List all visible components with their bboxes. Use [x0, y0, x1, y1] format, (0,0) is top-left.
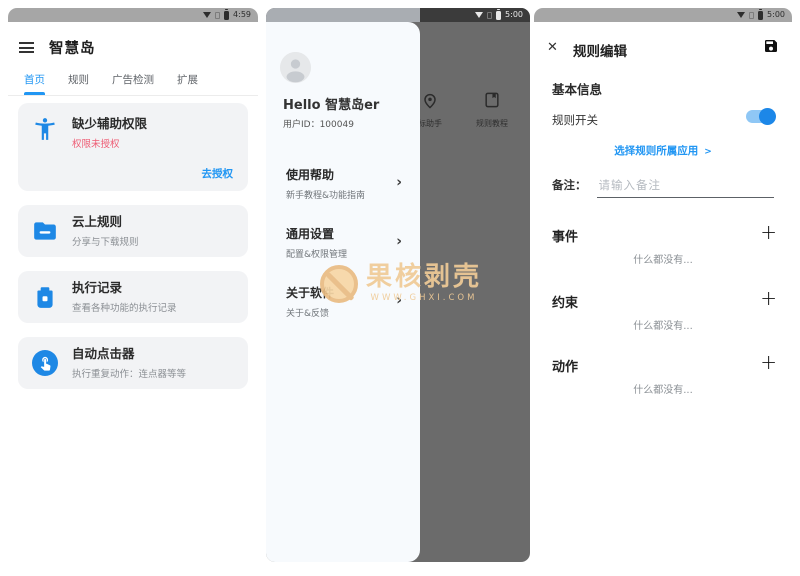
chevron-right-icon: > [704, 147, 712, 157]
card-title: 自动点击器 [72, 346, 186, 362]
note-input[interactable] [597, 178, 775, 197]
card-subtitle: 查看各种功能的执行记录 [72, 300, 177, 314]
record-bin-icon [32, 284, 58, 310]
save-icon[interactable] [763, 38, 779, 54]
menu-item-about[interactable]: 关于软件 关于&反馈 › [266, 272, 420, 331]
tab-bar: 首页 规则 广告检测 扩展 [8, 72, 258, 96]
battery-icon [224, 11, 229, 20]
card-text: 缺少辅助权限 权限未授权 [72, 116, 147, 178]
sim-icon [215, 12, 220, 19]
note-label: 备注： [552, 177, 587, 198]
add-event-button[interactable]: + [760, 222, 777, 242]
tab-label: 扩展 [177, 74, 198, 86]
card-title: 缺少辅助权限 [72, 116, 147, 132]
rule-editor-screen: 5:00 ✕ 规则编辑 基本信息 规则开关 选择规则所属应用 > 备注： 事件 + [534, 8, 792, 562]
empty-placeholder: 什么都没有... [534, 317, 792, 332]
drawer-screen: 标助手 规则教程 5:00 Hello 智慧岛er 用户ID：100049 [266, 8, 530, 562]
add-action-button[interactable]: + [760, 352, 777, 372]
status-bar: 5:00 [534, 8, 792, 22]
wifi-icon [203, 12, 211, 18]
status-bar-dark-segment: 5:00 [420, 8, 530, 22]
tab-label: 首页 [24, 74, 45, 86]
menu-icon[interactable] [19, 42, 34, 53]
wifi-icon [737, 12, 745, 18]
note-input-wrap [597, 174, 775, 198]
card-cloud-rules[interactable]: 云上规则 分享与下载规则 [18, 205, 248, 257]
card-text: 云上规则 分享与下载规则 [72, 214, 139, 248]
shortcut-label: 规则教程 [460, 118, 524, 129]
home-screen: 4:59 智慧岛 首页 规则 广告检测 扩展 缺少辅助权限 权限未授权 [8, 8, 258, 562]
card-list: 缺少辅助权限 权限未授权 去授权 云上规则 分享与下载规则 [8, 96, 258, 389]
status-time: 4:59 [233, 11, 251, 19]
page-title: 规则编辑 [573, 40, 627, 60]
section-title-action: 动作 [552, 356, 578, 375]
card-subtitle: 权限未授权 [72, 136, 147, 150]
card-text: 执行记录 查看各种功能的执行记录 [72, 280, 177, 314]
close-icon[interactable]: ✕ [547, 40, 558, 55]
section-title-event: 事件 [552, 226, 578, 245]
status-bar: 5:00 [266, 8, 530, 22]
menu-item-settings[interactable]: 通用设置 配置&权限管理 › [266, 213, 420, 272]
add-constraint-button[interactable]: + [760, 288, 777, 308]
chevron-right-icon: › [396, 233, 402, 249]
shortcut-rule-tutorial: 规则教程 [460, 90, 524, 129]
card-auto-clicker[interactable]: 自动点击器 执行重复动作：连点器等等 [18, 337, 248, 389]
tab-active-indicator [24, 92, 45, 95]
card-execution-log[interactable]: 执行记录 查看各种功能的执行记录 [18, 271, 248, 323]
card-title: 云上规则 [72, 214, 139, 230]
accessibility-icon [32, 116, 58, 142]
editor-body: ✕ 规则编辑 基本信息 规则开关 选择规则所属应用 > 备注： 事件 + 什么都没… [534, 22, 792, 562]
battery-icon [758, 11, 763, 20]
sim-icon [749, 12, 754, 19]
user-id: 用户ID：100049 [283, 117, 420, 130]
navigation-drawer: Hello 智慧岛er 用户ID：100049 使用帮助 新手教程&功能指南 ›… [266, 22, 420, 562]
card-missing-permission[interactable]: 缺少辅助权限 权限未授权 去授权 [18, 103, 248, 191]
authorize-button[interactable]: 去授权 [202, 166, 234, 181]
chevron-right-icon: › [396, 292, 402, 308]
tab-rules[interactable]: 规则 [68, 72, 89, 95]
empty-placeholder: 什么都没有... [534, 251, 792, 266]
rule-switch-toggle[interactable] [746, 110, 774, 123]
card-text: 自动点击器 执行重复动作：连点器等等 [72, 346, 186, 380]
screenshot-root: 4:59 智慧岛 首页 规则 广告检测 扩展 缺少辅助权限 权限未授权 [0, 0, 800, 576]
tab-label: 广告检测 [112, 74, 154, 86]
card-subtitle: 分享与下载规则 [72, 234, 139, 248]
sim-icon [487, 12, 492, 19]
toggle-knob [759, 108, 776, 125]
folder-icon [32, 218, 58, 244]
section-title-constraint: 约束 [552, 292, 578, 311]
tab-extensions[interactable]: 扩展 [177, 72, 198, 95]
basic-info-heading: 基本信息 [552, 79, 602, 98]
battery-icon [496, 11, 501, 20]
tab-home[interactable]: 首页 [24, 72, 45, 95]
tab-ad-detect[interactable]: 广告检测 [112, 72, 154, 95]
select-app-link-label: 选择规则所属应用 [614, 145, 698, 157]
user-greeting: Hello 智慧岛er [283, 94, 420, 113]
bookmark-page-icon [482, 90, 502, 110]
status-bar-light-segment [266, 8, 420, 22]
note-row: 备注： [552, 174, 774, 198]
status-time: 5:00 [767, 11, 785, 19]
card-subtitle: 执行重复动作：连点器等等 [72, 366, 186, 380]
rule-switch-label: 规则开关 [552, 112, 598, 128]
chevron-right-icon: › [396, 174, 402, 190]
app-header: 智慧岛 [8, 22, 258, 58]
menu-item-help[interactable]: 使用帮助 新手教程&功能指南 › [266, 154, 420, 213]
status-time: 5:00 [505, 11, 523, 19]
card-title: 执行记录 [72, 280, 177, 296]
app-title: 智慧岛 [49, 37, 96, 58]
tab-label: 规则 [68, 74, 89, 86]
empty-placeholder: 什么都没有... [534, 381, 792, 396]
status-bar: 4:59 [8, 8, 258, 22]
location-pin-icon [420, 90, 440, 110]
auto-clicker-icon [32, 350, 58, 376]
select-app-link[interactable]: 选择规则所属应用 > [534, 143, 792, 158]
avatar[interactable] [280, 52, 311, 83]
wifi-icon [475, 12, 483, 18]
drawer-menu: 使用帮助 新手教程&功能指南 › 通用设置 配置&权限管理 › 关于软件 关于&… [266, 154, 420, 331]
